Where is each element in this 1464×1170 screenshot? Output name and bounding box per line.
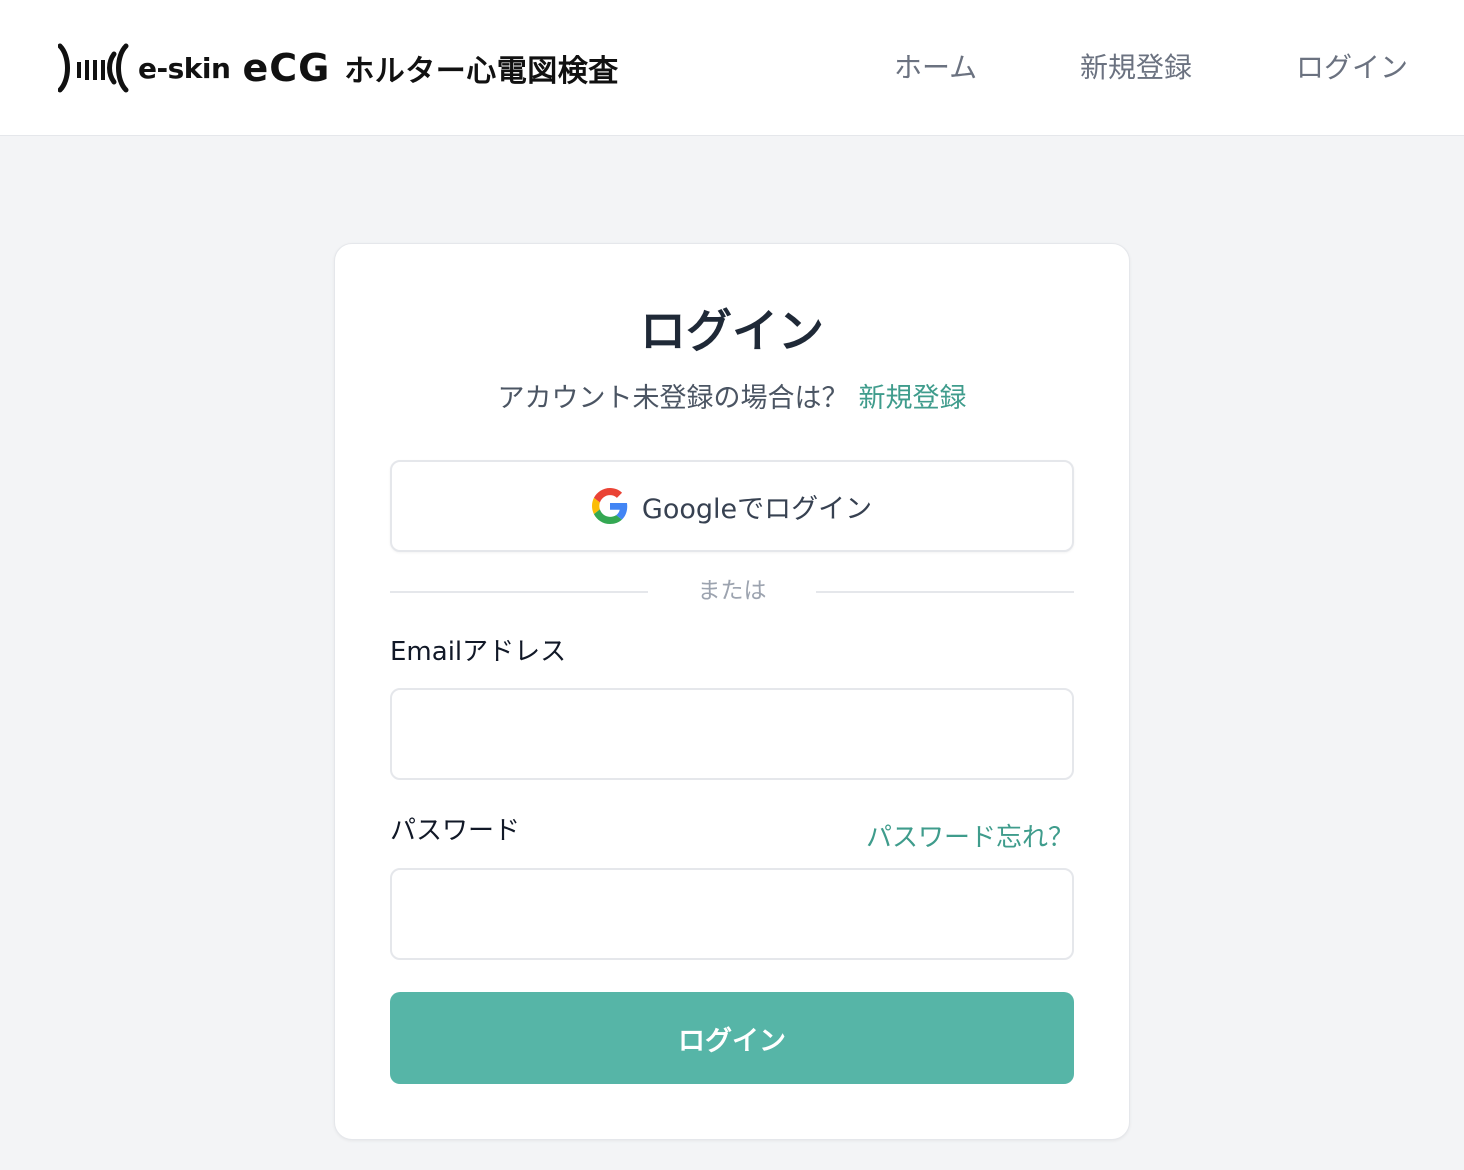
nav-login-link[interactable]: ログイン — [1296, 46, 1408, 90]
nav-home-link[interactable]: ホーム — [894, 46, 977, 90]
signup-prompt-text: アカウント未登録の場合は？ — [497, 383, 849, 414]
google-icon — [591, 488, 628, 524]
signup-prompt: アカウント未登録の場合は？ 新規登録 — [0, 380, 1464, 418]
password-label: パスワード — [390, 816, 521, 846]
ecg-wave-icon — [58, 43, 129, 93]
top-header: e-skin eCG ホルター心電図検査 ホーム 新規登録 ログイン — [0, 0, 1464, 136]
email-label: Emailアドレス — [390, 637, 567, 667]
site-logo[interactable]: e-skin eCG ホルター心電図検査 — [58, 40, 619, 96]
divider-text: または — [697, 578, 767, 604]
signup-link[interactable]: 新規登録 — [859, 383, 967, 414]
divider-line-right — [816, 591, 1074, 593]
divider-line-left — [390, 591, 648, 593]
logo-brand-large: eCG — [242, 46, 331, 90]
login-submit-button[interactable]: ログイン — [390, 992, 1074, 1084]
logo-brand-small: e-skin — [138, 51, 231, 85]
nav-signup-link[interactable]: 新規登録 — [1080, 46, 1192, 90]
page-title: ログイン — [640, 304, 824, 358]
logo-title: ホルター心電図検査 — [344, 54, 619, 89]
password-field[interactable] — [390, 868, 1074, 960]
forgot-password-link[interactable]: パスワード忘れ？ — [852, 820, 1074, 856]
google-login-label: Googleでログイン — [641, 493, 873, 525]
email-field[interactable] — [390, 688, 1074, 780]
google-login-button[interactable]: Googleでログイン — [390, 460, 1074, 552]
